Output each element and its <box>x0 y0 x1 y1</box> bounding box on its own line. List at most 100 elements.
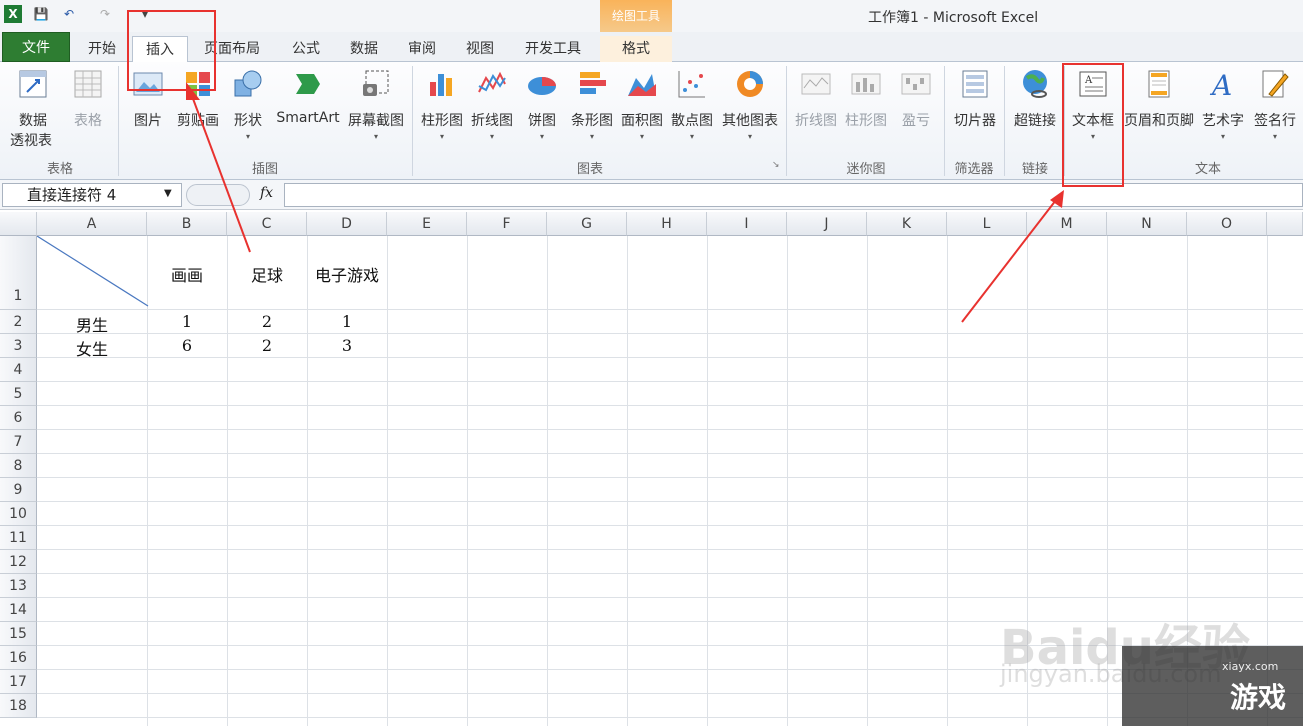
cell-d1[interactable]: 电子游戏 <box>307 262 387 286</box>
scatter-chart-button[interactable]: 散点图 ▾ <box>668 68 716 141</box>
smartart-button[interactable]: SmartArt <box>274 68 342 126</box>
formula-input[interactable] <box>284 183 1303 207</box>
row-header-1[interactable]: 1 <box>0 236 37 310</box>
signature-line-button[interactable]: 签名行 ▾ <box>1250 68 1300 141</box>
other-charts-button[interactable]: 其他图表 ▾ <box>718 68 782 141</box>
group-separator <box>118 66 119 176</box>
row-header-12[interactable]: 12 <box>0 550 37 574</box>
pivot-table-button[interactable]: 数据 透视表 <box>8 68 58 150</box>
undo-icon[interactable]: ↶ <box>60 5 78 23</box>
redo-icon[interactable]: ↷ <box>96 5 114 23</box>
column-header-p[interactable] <box>1267 212 1303 236</box>
cell-c2[interactable]: 2 <box>227 312 307 331</box>
column-header-d[interactable]: D <box>307 212 387 236</box>
name-box-dropdown-icon[interactable]: ▼ <box>164 188 172 199</box>
tab-home[interactable]: 开始 <box>78 36 126 62</box>
tab-review[interactable]: 审阅 <box>396 36 448 62</box>
dropdown-arrow-icon: ▾ <box>689 132 694 141</box>
group-label-filter: 筛选器 <box>954 162 994 177</box>
row-header-5[interactable]: 5 <box>0 382 37 406</box>
column-header-g[interactable]: G <box>547 212 627 236</box>
row-header-4[interactable]: 4 <box>0 358 37 382</box>
cell-b3[interactable]: 6 <box>147 336 227 355</box>
line-chart-icon <box>478 71 506 93</box>
slicer-button[interactable]: 切片器 <box>950 68 1000 130</box>
signature-icon <box>1262 70 1289 98</box>
header-footer-button[interactable]: 页眉和页脚 <box>1122 68 1196 130</box>
cell-d3[interactable]: 3 <box>307 336 387 355</box>
tab-developer[interactable]: 开发工具 <box>514 36 592 62</box>
cell-b1[interactable]: 画画 <box>147 262 227 286</box>
pivot-table-icon <box>19 70 47 98</box>
column-header-j[interactable]: J <box>787 212 867 236</box>
shapes-button[interactable]: 形状 ▾ <box>228 68 268 141</box>
row-header-10[interactable]: 10 <box>0 502 37 526</box>
row-header-7[interactable]: 7 <box>0 430 37 454</box>
row-header-9[interactable]: 9 <box>0 478 37 502</box>
column-header-m[interactable]: M <box>1027 212 1107 236</box>
screenshot-button[interactable]: 屏幕截图 ▾ <box>344 68 408 141</box>
bar-chart-icon <box>580 72 606 94</box>
column-header-k[interactable]: K <box>867 212 947 236</box>
name-box[interactable]: 直接连接符 4 <box>2 183 182 207</box>
tab-view[interactable]: 视图 <box>454 36 506 62</box>
column-header-e[interactable]: E <box>387 212 467 236</box>
cell-c3[interactable]: 2 <box>227 336 307 355</box>
gridline <box>37 717 1303 718</box>
row-header-18[interactable]: 18 <box>0 694 37 718</box>
line-chart-button[interactable]: 折线图 ▾ <box>468 68 516 141</box>
excel-window: X 💾 ↶ ↷ ▾ 绘图工具 工作簿1 - Microsoft Excel 文件… <box>0 0 1303 726</box>
gridline <box>37 405 1303 406</box>
cell-d2[interactable]: 1 <box>307 312 387 331</box>
column-header-c[interactable]: C <box>227 212 307 236</box>
row-header-15[interactable]: 15 <box>0 622 37 646</box>
excel-logo-icon: X <box>4 5 22 23</box>
row-header-6[interactable]: 6 <box>0 406 37 430</box>
diagonal-connector-line[interactable] <box>37 236 149 308</box>
sparkline-column-button[interactable]: 柱形图 <box>842 68 890 130</box>
column-header-a[interactable]: A <box>37 212 147 236</box>
row-header-17[interactable]: 17 <box>0 670 37 694</box>
sparkline-line-button[interactable]: 折线图 <box>792 68 840 130</box>
tab-data[interactable]: 数据 <box>338 36 390 62</box>
column-header-b[interactable]: B <box>147 212 227 236</box>
row-header-2[interactable]: 2 <box>0 310 37 334</box>
tab-formulas[interactable]: 公式 <box>278 36 334 62</box>
row-header-16[interactable]: 16 <box>0 646 37 670</box>
column-header-h[interactable]: H <box>627 212 707 236</box>
row-header-14[interactable]: 14 <box>0 598 37 622</box>
save-icon[interactable]: 💾 <box>32 5 50 23</box>
row-header-3[interactable]: 3 <box>0 334 37 358</box>
column-chart-icon <box>430 74 452 96</box>
row-header-8[interactable]: 8 <box>0 454 37 478</box>
cell-a3[interactable]: 女生 <box>37 336 147 360</box>
column-header-n[interactable]: N <box>1107 212 1187 236</box>
column-header-f[interactable]: F <box>467 212 547 236</box>
annotation-box-insert-tab <box>127 10 216 91</box>
screenshot-icon <box>363 70 389 96</box>
column-header-l[interactable]: L <box>947 212 1027 236</box>
table-button[interactable]: 表格 <box>66 68 110 130</box>
formula-bar-resize-handle[interactable] <box>186 184 250 206</box>
pie-chart-button[interactable]: 饼图 ▾ <box>522 68 562 141</box>
wordart-button[interactable]: A 艺术字 ▾ <box>1198 68 1248 141</box>
tab-file[interactable]: 文件 <box>2 32 70 62</box>
hyperlink-button[interactable]: 超链接 <box>1010 68 1060 130</box>
cell-b2[interactable]: 1 <box>147 312 227 331</box>
select-all-corner[interactable] <box>0 212 37 236</box>
insert-function-icon[interactable]: fx <box>260 185 273 201</box>
bar-chart-button[interactable]: 条形图 ▾ <box>568 68 616 141</box>
area-chart-button[interactable]: 面积图 ▾ <box>618 68 666 141</box>
column-header-i[interactable]: I <box>707 212 787 236</box>
tab-format[interactable]: 格式 <box>600 36 672 62</box>
cell-c1[interactable]: 足球 <box>227 262 307 286</box>
row-header-13[interactable]: 13 <box>0 574 37 598</box>
sparkline-winloss-button[interactable]: 盈亏 <box>896 68 936 130</box>
sparkline-line-icon <box>801 73 831 95</box>
column-chart-button[interactable]: 柱形图 ▾ <box>418 68 466 141</box>
drawing-tools-context-tab: 绘图工具 <box>600 0 672 32</box>
cell-a2[interactable]: 男生 <box>37 312 147 336</box>
row-header-11[interactable]: 11 <box>0 526 37 550</box>
dialog-launcher-icon[interactable]: ↘ <box>772 160 780 170</box>
column-header-o[interactable]: O <box>1187 212 1267 236</box>
